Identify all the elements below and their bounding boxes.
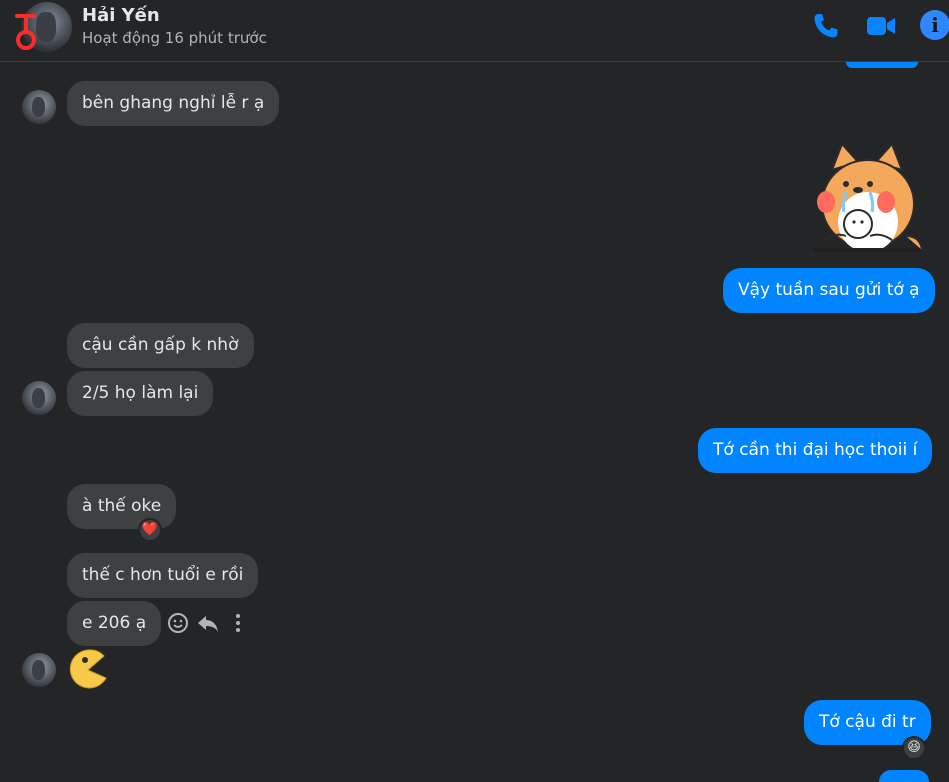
reply-icon[interactable] [198, 616, 218, 632]
sender-avatar [22, 90, 56, 124]
incoming-message[interactable]: thế c hơn tuổi e rồi [67, 553, 259, 598]
smiley-icon[interactable] [168, 613, 188, 633]
incoming-message[interactable]: 2/5 họ làm lại [67, 371, 214, 416]
outgoing-message[interactable]: Tớ cần thi đại học thoii í [698, 428, 933, 473]
shiba-sticker[interactable] [806, 140, 930, 258]
laugh-reaction[interactable]: 😆 [902, 736, 926, 760]
message-actions [168, 613, 240, 633]
pacman-emoji[interactable] [68, 648, 108, 690]
message-bubble-partial [879, 770, 929, 782]
message-bubble-partial [846, 62, 918, 68]
phone-icon[interactable] [810, 10, 842, 42]
contact-name[interactable]: Hải Yến [82, 5, 160, 26]
more-vertical-icon[interactable] [236, 614, 240, 632]
incoming-message[interactable]: e 206 ạ [67, 601, 162, 646]
sender-avatar [22, 381, 56, 415]
sender-avatar [22, 653, 56, 687]
chat-header: Hải Yến Hoạt động 16 phút trước i [0, 0, 949, 62]
heart-reaction[interactable]: ❤️ [138, 518, 162, 542]
red-mark-icon [15, 14, 36, 50]
outgoing-message[interactable]: Vậy tuần sau gửi tớ ạ [723, 268, 935, 313]
video-icon[interactable] [865, 10, 897, 42]
incoming-message[interactable]: cậu cần gấp k nhờ [67, 323, 254, 368]
incoming-message[interactable]: bên ghang nghỉ lễ r ạ [67, 81, 280, 126]
active-status: Hoạt động 16 phút trước [82, 29, 267, 47]
info-icon[interactable]: i [920, 10, 949, 40]
